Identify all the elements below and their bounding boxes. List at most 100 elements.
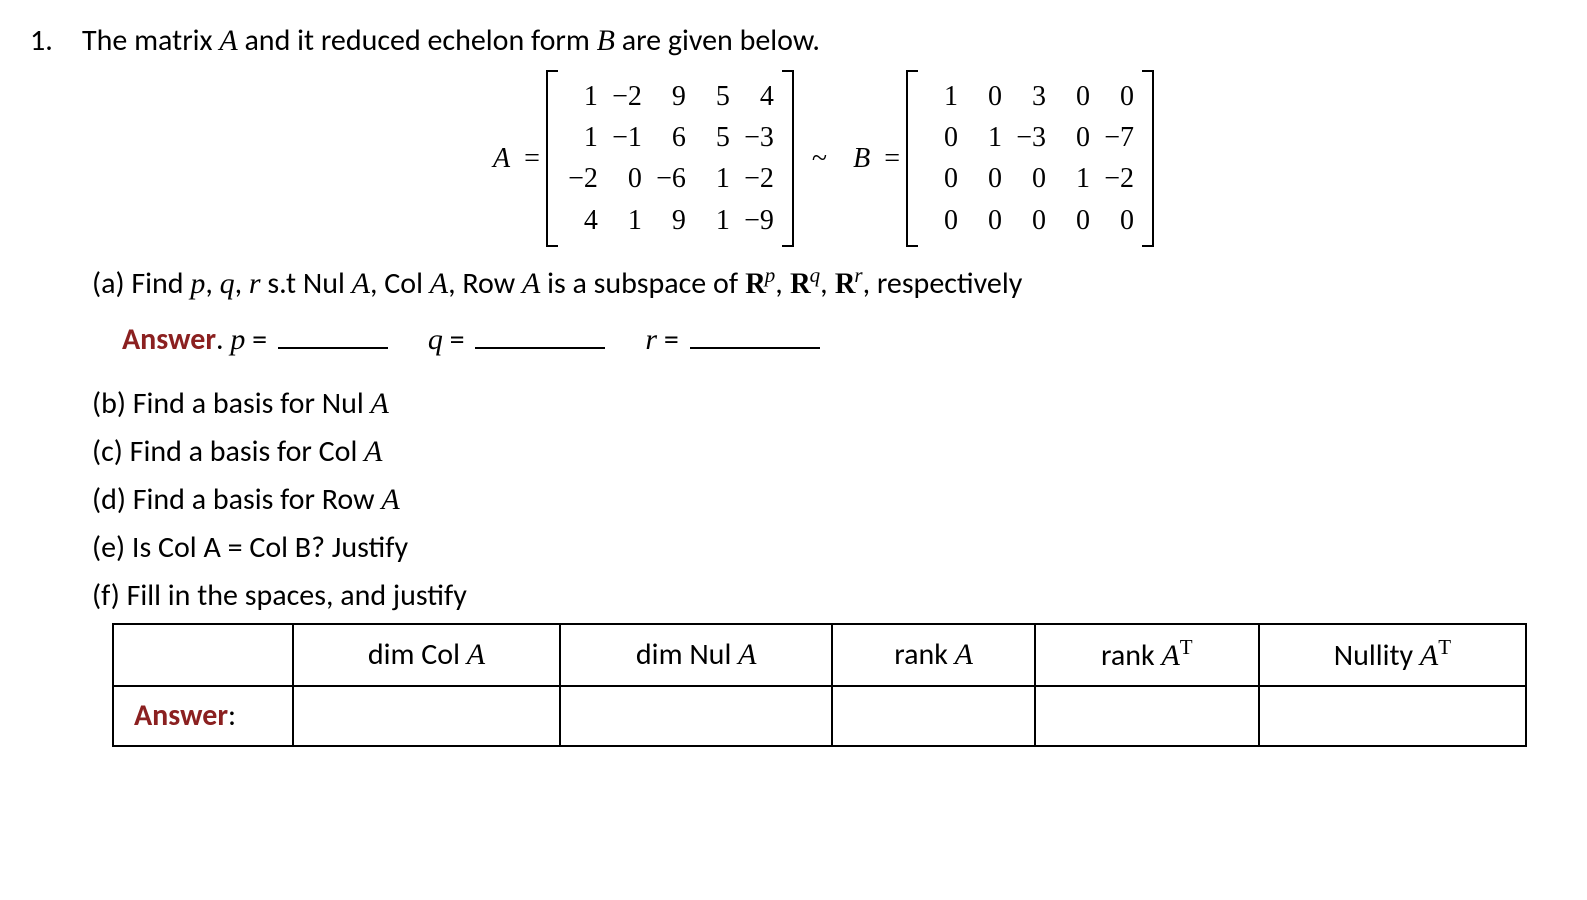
matrix-cell: 4 <box>736 76 780 117</box>
blank-r[interactable] <box>690 319 820 349</box>
h3-pre: rank <box>894 636 954 673</box>
matrix-cell: 1 <box>920 76 964 117</box>
table-answer-row: Answer: <box>113 686 1526 746</box>
ans-q: q <box>428 323 443 356</box>
blank-q[interactable] <box>475 319 605 349</box>
matrix-cell: −2 <box>604 76 648 117</box>
matrix-cell: 1 <box>560 76 604 117</box>
matrix-cell: −1 <box>604 117 648 158</box>
answer-label-table: Answer <box>134 697 228 734</box>
part-a-t3: , Col <box>370 265 430 302</box>
answer-colon: : <box>228 697 236 734</box>
part-f: (f) Fill in the spaces, and justify <box>82 575 1557 617</box>
h5-sup: T <box>1438 635 1451 659</box>
ans-p: p <box>230 323 245 356</box>
part-a-t6: , respectively <box>863 265 1023 302</box>
var-A: A <box>219 24 237 57</box>
comma-1: , <box>205 265 219 302</box>
matrix-cell: 0 <box>920 200 964 241</box>
matrix-cell: −2 <box>736 158 780 199</box>
part-d-text: (d) Find a basis for Row <box>92 481 381 518</box>
table-cell-rankA[interactable] <box>832 686 1034 746</box>
h4-A: A <box>1161 639 1179 672</box>
comma-2: , <box>235 265 249 302</box>
h4-sup: T <box>1180 635 1193 659</box>
matrix-cell: 0 <box>1008 158 1052 199</box>
intro-suffix: are given below. <box>615 22 820 59</box>
part-c-text: (c) Find a basis for Col <box>92 433 364 470</box>
blank-p[interactable] <box>278 319 388 349</box>
part-e: (e) Is Col A = Col B? Justify <box>82 527 1557 569</box>
matrix-cell: 9 <box>648 200 692 241</box>
matrix-B-label: B <box>853 139 870 178</box>
table-h2: dim Nul A <box>560 624 832 686</box>
table-h3: rank A <box>832 624 1034 686</box>
part-a-t5: is a subspace of <box>540 265 744 302</box>
matrix-cell: 1 <box>692 200 736 241</box>
matrix-cell: −2 <box>1096 158 1140 199</box>
matrix-row: 4191−9 <box>560 200 780 241</box>
matrix-cell: 0 <box>964 76 1008 117</box>
matrix-cell: −3 <box>1008 117 1052 158</box>
matrix-cell: 6 <box>648 117 692 158</box>
matrix-cell: 0 <box>1096 200 1140 241</box>
var-A2: A <box>430 267 448 300</box>
part-a-t4: , Row <box>448 265 522 302</box>
answer-table: dim Col A dim Nul A rank A rank AT Nulli… <box>112 623 1527 747</box>
table-cell-dimnul[interactable] <box>560 686 832 746</box>
matrix-cell: −3 <box>736 117 780 158</box>
sup-p: p <box>765 263 776 287</box>
matrix-cell: 0 <box>1008 200 1052 241</box>
matrix-cell: 0 <box>964 200 1008 241</box>
blackboard-R-p: R <box>745 263 765 305</box>
table-cell-rankAT[interactable] <box>1035 686 1259 746</box>
matrix-cell: 1 <box>560 117 604 158</box>
part-e-text: (e) Is Col A = Col B? Justify <box>92 529 408 566</box>
matrix-cell: 5 <box>692 117 736 158</box>
intro-mid: and it reduced echelon form <box>238 22 597 59</box>
table-r1-label: Answer: <box>113 686 293 746</box>
h5-pre: Nullity <box>1334 637 1420 674</box>
matrix-cell: 1 <box>964 117 1008 158</box>
table-h5: Nullity AT <box>1259 624 1526 686</box>
table-cell-nullityAT[interactable] <box>1259 686 1526 746</box>
matrix-cell: 0 <box>1096 76 1140 117</box>
part-c: (c) Find a basis for Col A <box>82 431 1557 473</box>
ans-r: r <box>645 323 657 356</box>
matrix-cell: −7 <box>1096 117 1140 158</box>
intro-text: The matrix A and it reduced echelon form… <box>82 20 1557 62</box>
tilde-symbol: ~ <box>812 139 827 178</box>
table-cell-dimcol[interactable] <box>293 686 560 746</box>
problem-container: 1. The matrix A and it reduced echelon f… <box>30 20 1557 747</box>
table-h0 <box>113 624 293 686</box>
h3-A: A <box>955 638 973 671</box>
part-b-A: A <box>371 387 389 420</box>
matrix-cell: 0 <box>920 117 964 158</box>
var-q: q <box>220 267 235 300</box>
matrix-cell: 1 <box>1052 158 1096 199</box>
ans-eq2: = <box>443 321 472 358</box>
matrix-row: 0001−2 <box>920 158 1140 199</box>
blackboard-R-r: R <box>834 263 854 305</box>
part-a-label: (a) <box>92 265 131 302</box>
equals-1: = <box>524 139 540 178</box>
matrix-cell: 9 <box>648 76 692 117</box>
part-a-answer: Answer. p = q = r = <box>122 319 1557 361</box>
matrix-cell: 0 <box>604 158 648 199</box>
part-c-A: A <box>364 435 382 468</box>
ans-eq3: = <box>657 321 686 358</box>
h1-pre: dim Col <box>368 636 467 673</box>
matrix-cell: −9 <box>736 200 780 241</box>
matrix-row: 00000 <box>920 200 1140 241</box>
matrices-row: A = 1−29541−165−3−20−61−24191−9 ~ B = 10… <box>82 70 1557 247</box>
table-h4: rank AT <box>1035 624 1259 686</box>
intro-prefix: The matrix <box>82 22 219 59</box>
var-B: B <box>597 24 615 57</box>
h1-A: A <box>467 638 485 671</box>
matrix-row: 10300 <box>920 76 1140 117</box>
matrix-cell: 0 <box>1052 117 1096 158</box>
matrix-A-label: A <box>493 139 510 178</box>
table-h1: dim Col A <box>293 624 560 686</box>
matrix-cell: 0 <box>1052 200 1096 241</box>
part-a-t1: Find <box>131 265 190 302</box>
